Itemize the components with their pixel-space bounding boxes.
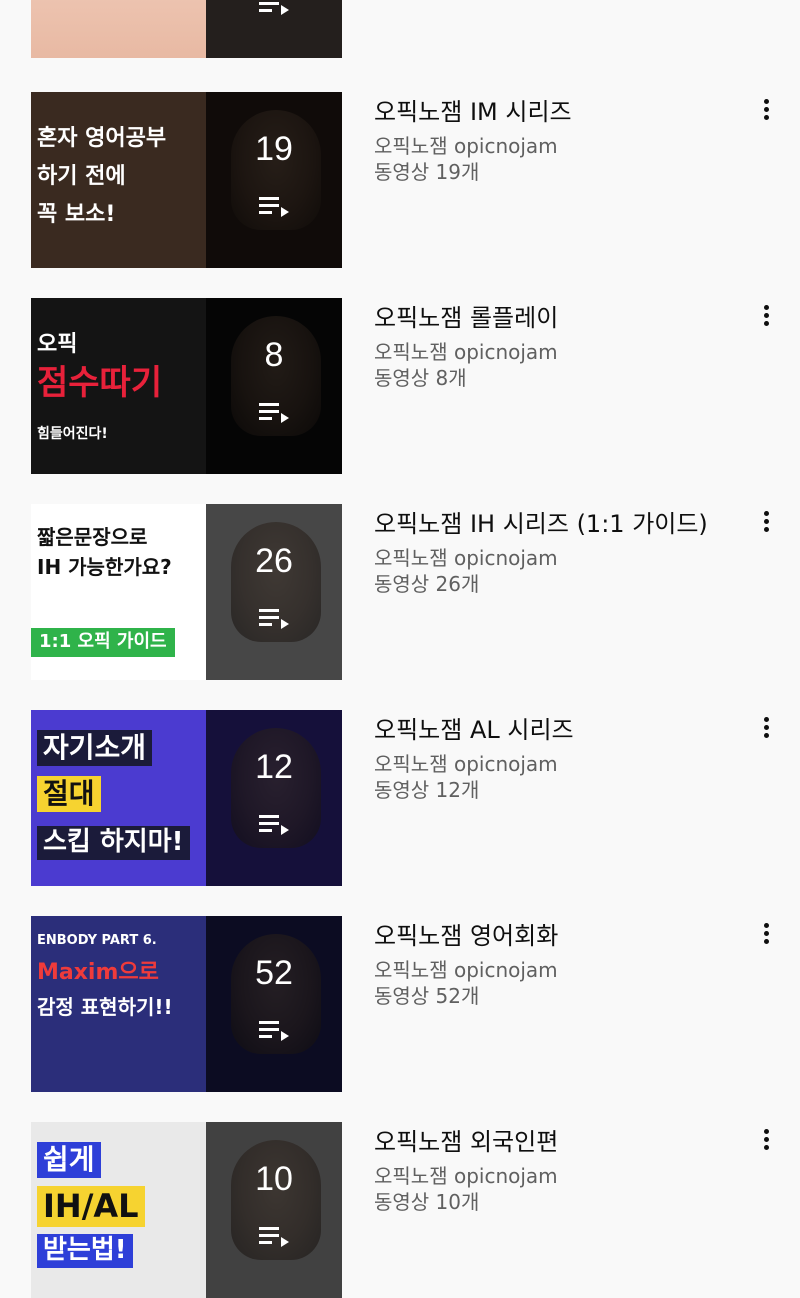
more-vert-icon[interactable] — [754, 302, 778, 330]
playlist-title[interactable]: 오픽노잼 AL 시리즈 — [374, 710, 574, 745]
thumbnail-overlay — [206, 1122, 342, 1298]
thumbnail-caption: 혼자 영어공부 — [37, 126, 167, 151]
playlist-icon — [259, 2, 289, 15]
thumbnail-overlay — [206, 92, 342, 268]
thumbnail-caption: 받는법! — [37, 1234, 133, 1268]
thumbnail-caption: 자기소개 — [37, 730, 153, 767]
playlist-list: 혼자 영어공부하기 전에꼭 보소! 19 오픽노잼 IM 시리즈오픽노잼 opicn… — [0, 0, 800, 1298]
playlist-item-partial[interactable] — [0, 0, 800, 60]
playlist-thumbnail[interactable]: ENBODY PART 6. Maxim으로감정 표현하기!! 52 — [31, 916, 342, 1092]
channel-name: 오픽노잼 opicnojam — [374, 340, 558, 364]
more-vert-icon[interactable] — [754, 96, 778, 124]
thumbnail-caption: 1:1 오픽 가이드 — [31, 628, 175, 657]
video-count-label: 동영상 10개 — [374, 1190, 480, 1214]
playlist-video-count: 12 — [255, 748, 293, 786]
thumbnail-caption: Maxim으로 — [37, 960, 159, 985]
video-count-label: 동영상 26개 — [374, 572, 480, 596]
thumbnail-caption: 오픽 — [37, 332, 78, 357]
more-vert-icon[interactable] — [754, 508, 778, 536]
video-count-label: 동영상 12개 — [374, 778, 480, 802]
thumbnail-caption: 절대 — [37, 776, 101, 813]
thumbnail-overlay — [206, 710, 342, 886]
playlist-title[interactable]: 오픽노잼 외국인편 — [374, 1122, 558, 1157]
channel-name: 오픽노잼 opicnojam — [374, 1164, 558, 1188]
thumbnail-caption: 꼭 보소! — [37, 202, 116, 227]
playlist-icon — [259, 1021, 289, 1041]
playlist-icon — [259, 1227, 289, 1247]
thumbnail-caption: 짧은문장으로 — [37, 525, 148, 549]
playlist-title[interactable]: 오픽노잼 영어회화 — [374, 916, 558, 951]
playlist-video-count: 52 — [255, 954, 293, 992]
playlist-thumbnail[interactable]: 혼자 영어공부하기 전에꼭 보소! 19 — [31, 92, 342, 268]
playlist-item[interactable]: ENBODY PART 6. Maxim으로감정 표현하기!! 52 오픽노잼 영어회… — [0, 916, 800, 1094]
thumbnail-caption: 점수따기 — [37, 363, 163, 403]
playlist-icon — [259, 609, 289, 629]
more-vert-icon[interactable] — [754, 920, 778, 948]
playlist-video-count: 26 — [255, 542, 293, 580]
playlist-item[interactable]: 오픽점수따기힘들어진다! 8 오픽노잼 롤플레이오픽노잼 opicnojam 동영상 … — [0, 298, 800, 476]
thumbnail-caption: 하기 전에 — [37, 164, 126, 189]
playlist-item[interactable]: 자기소개절대스킵 하지마! 12 오픽노잼 AL 시리즈오픽노잼 opicnojam… — [0, 710, 800, 888]
playlist-video-count: 10 — [255, 1160, 293, 1198]
playlist-thumbnail[interactable]: 자기소개절대스킵 하지마! 12 — [31, 710, 342, 886]
video-count-label: 동영상 19개 — [374, 160, 480, 184]
playlist-item[interactable]: 짧은문장으로 IH 가능한가요? 1:1 오픽 가이드 26 오픽노잼 IH 시리즈 (… — [0, 504, 800, 682]
more-vert-icon[interactable] — [754, 714, 778, 742]
more-vert-icon[interactable] — [754, 1126, 778, 1154]
playlist-thumbnail[interactable]: 쉽게 IH/AL 받는법! 10 — [31, 1122, 342, 1298]
channel-name: 오픽노잼 opicnojam — [374, 546, 558, 570]
thumbnail-caption: 힘들어진다! — [37, 426, 108, 442]
playlist-item[interactable]: 혼자 영어공부하기 전에꼭 보소! 19 오픽노잼 IM 시리즈오픽노잼 opicn… — [0, 92, 800, 270]
thumbnail-caption: 쉽게 — [37, 1142, 101, 1179]
playlist-icon — [259, 197, 289, 217]
channel-name: 오픽노잼 opicnojam — [374, 958, 558, 982]
video-count-label: 동영상 52개 — [374, 984, 480, 1008]
playlist-thumbnail[interactable]: 오픽점수따기힘들어진다! 8 — [31, 298, 342, 474]
thumbnail-caption: IH/AL — [37, 1186, 145, 1227]
playlist-icon — [259, 815, 289, 835]
playlist-item[interactable]: 쉽게 IH/AL 받는법! 10 오픽노잼 외국인편오픽노잼 opicnojam 동영상 … — [0, 1122, 800, 1298]
thumbnail-caption: 감정 표현하기!! — [37, 995, 173, 1019]
thumbnail-caption: 스킵 하지마! — [37, 826, 190, 860]
playlist-icon — [259, 403, 289, 423]
thumbnail-overlay — [206, 504, 342, 680]
channel-name: 오픽노잼 opicnojam — [374, 134, 558, 158]
video-count-label: 동영상 8개 — [374, 366, 467, 390]
thumbnail-caption: IH 가능한가요? — [37, 555, 172, 579]
playlist-thumbnail[interactable] — [31, 0, 342, 58]
playlist-video-count: 19 — [255, 130, 293, 168]
thumbnail-overlay — [206, 916, 342, 1092]
thumbnail-caption: ENBODY PART 6. — [37, 933, 157, 948]
thumbnail-overlay — [206, 298, 342, 474]
channel-name: 오픽노잼 opicnojam — [374, 752, 558, 776]
playlist-video-count: 8 — [264, 336, 284, 374]
playlist-title[interactable]: 오픽노잼 롤플레이 — [374, 298, 558, 333]
playlist-title[interactable]: 오픽노잼 IM 시리즈 — [374, 92, 572, 127]
playlist-title[interactable]: 오픽노잼 IH 시리즈 (1:1 가이드) — [374, 504, 708, 539]
playlist-thumbnail[interactable]: 짧은문장으로 IH 가능한가요? 1:1 오픽 가이드 26 — [31, 504, 342, 680]
